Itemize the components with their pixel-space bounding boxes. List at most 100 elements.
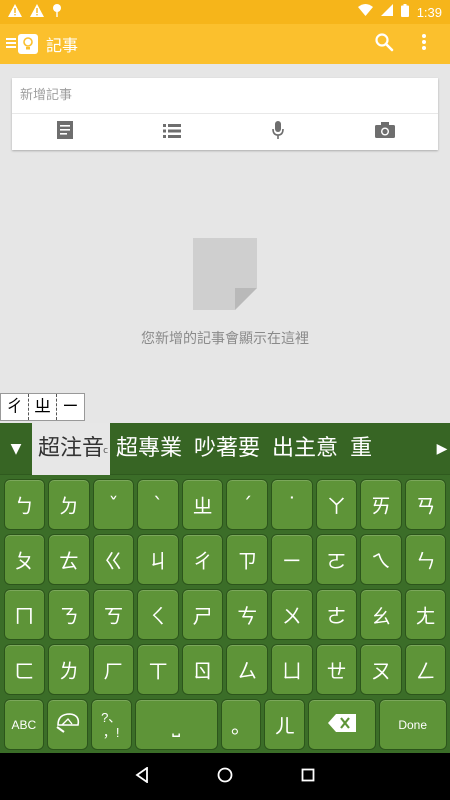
key[interactable]: ㄏ (92, 644, 135, 695)
key[interactable]: ˇ (92, 479, 135, 530)
key[interactable]: ㄖ (181, 644, 224, 695)
app-bar: 記事 (0, 24, 450, 64)
navigation-bar (0, 753, 450, 800)
signal-icon (380, 4, 393, 20)
key-row-5: ABC ?、 ，! ⎵ 。 ㄦ Done (2, 697, 448, 752)
key-row-2: ㄆ ㄊ ㄍ ㄐ ㄔ ㄗ ㄧ ㄛ ㄟ ㄣ (2, 532, 448, 587)
key[interactable]: ㄕ (181, 589, 224, 640)
key[interactable]: ㄙ (226, 644, 269, 695)
key[interactable]: ㄦ (264, 699, 306, 750)
key[interactable]: ㄅ (3, 479, 46, 530)
key-row-1: ㄅ ㄉ ˇ ˋ ㄓ ˊ ˙ ㄚ ㄞ ㄢ (2, 477, 448, 532)
empty-note-icon (193, 238, 257, 310)
key[interactable]: ㄧ (271, 534, 313, 585)
key[interactable]: ㄞ (360, 479, 402, 530)
key[interactable]: ㄉ (48, 479, 90, 530)
new-note-card (12, 78, 438, 150)
home-circle-icon (217, 767, 233, 787)
key-row-4: ㄈ ㄌ ㄏ ㄒ ㄖ ㄙ ㄩ ㄝ ㄡ ㄥ (2, 642, 448, 697)
key[interactable]: ㄓ (181, 479, 224, 530)
key[interactable]: ㄘ (226, 589, 269, 640)
back-button[interactable] (127, 762, 157, 792)
composition-char: ㄔ (1, 394, 29, 420)
key[interactable]: ㄛ (315, 534, 358, 585)
key[interactable]: ㄠ (360, 589, 402, 640)
search-button[interactable] (364, 24, 404, 64)
alert-icon (30, 3, 44, 21)
list-icon (162, 123, 181, 142)
key[interactable]: ㄥ (404, 644, 447, 695)
candidate-item[interactable]: 出主意 (266, 423, 344, 475)
key[interactable]: ㄢ (404, 479, 447, 530)
key[interactable]: ㄈ (3, 644, 46, 695)
key[interactable]: ㄜ (315, 589, 358, 640)
candidate-item[interactable]: 超專業 (110, 423, 188, 475)
key[interactable]: ㄚ (315, 479, 358, 530)
punctuation-top-label: ?、 (101, 709, 122, 725)
location-icon (52, 3, 62, 21)
composition-window: ㄔ ㄓ ㄧ (0, 393, 85, 421)
status-bar: 1:39 (0, 0, 450, 24)
composition-char: ㄧ (62, 397, 79, 417)
alert-icon (8, 3, 22, 21)
key[interactable]: ㄨ (271, 589, 313, 640)
key[interactable]: ㄑ (137, 589, 179, 640)
key[interactable]: ㄇ (3, 589, 46, 640)
key[interactable]: ˋ (137, 479, 179, 530)
key[interactable]: ˊ (226, 479, 269, 530)
key[interactable]: ㄆ (3, 534, 46, 585)
abc-key[interactable]: ABC (3, 699, 45, 750)
key[interactable]: ㄩ (271, 644, 313, 695)
key[interactable]: ㄒ (137, 644, 179, 695)
done-key[interactable]: Done (378, 699, 447, 750)
composition-char: ㄓ (29, 394, 57, 420)
new-note-input[interactable] (12, 78, 438, 114)
menu-icon[interactable] (6, 34, 16, 55)
key[interactable]: ㄊ (48, 534, 90, 585)
key[interactable]: ˙ (271, 479, 313, 530)
punctuation-key[interactable]: ?、 ，! (90, 699, 132, 750)
key[interactable]: ㄝ (315, 644, 358, 695)
empty-state-message: 您新增的記事會顯示在這裡 (141, 331, 309, 347)
candidate-item[interactable]: 吵著要 (188, 423, 266, 475)
battery-icon (400, 3, 409, 21)
key[interactable]: ㄋ (48, 589, 90, 640)
expand-candidates-button[interactable]: ▼ (0, 441, 32, 457)
voice-note-button[interactable] (225, 114, 332, 150)
microphone-icon (272, 121, 285, 143)
key[interactable]: ㄌ (48, 644, 90, 695)
new-text-note-button[interactable] (12, 114, 119, 150)
candidate-item[interactable]: 重 (344, 423, 378, 475)
triangle-right-icon: ▶ (436, 440, 448, 457)
key[interactable]: ㄣ (404, 534, 447, 585)
key[interactable]: 。 (220, 699, 262, 750)
key[interactable]: ㄐ (137, 534, 179, 585)
key[interactable]: ㄎ (92, 589, 135, 640)
note-tools (12, 114, 438, 150)
candidate-item[interactable]: 超注音 (32, 422, 111, 475)
recents-button[interactable] (293, 762, 323, 792)
key[interactable]: ㄟ (360, 534, 402, 585)
key[interactable]: ㄍ (92, 534, 135, 585)
backspace-icon (327, 713, 356, 737)
key[interactable]: ㄗ (226, 534, 269, 585)
photo-note-button[interactable] (332, 114, 439, 150)
triangle-down-icon: ▼ (10, 440, 22, 457)
space-key[interactable]: ⎵ (134, 699, 218, 750)
fan-handwriting-icon (54, 711, 82, 738)
key[interactable]: ㄔ (181, 534, 224, 585)
key[interactable]: ㄤ (404, 589, 447, 640)
key[interactable]: ㄡ (360, 644, 402, 695)
candidate-bar: ▼ 超注音 超專業 吵著要 出主意 重 ▶ (0, 422, 450, 475)
next-candidates-button[interactable]: ▶ (434, 441, 450, 457)
backspace-key[interactable] (308, 699, 376, 750)
new-list-button[interactable] (119, 114, 226, 150)
punctuation-bottom-label: ，! (102, 724, 120, 740)
camera-icon (374, 122, 395, 142)
back-triangle-icon (135, 765, 149, 787)
status-time: 1:39 (416, 4, 442, 20)
handwriting-key[interactable] (47, 699, 88, 750)
more-options-button[interactable] (404, 24, 444, 64)
empty-state: 您新增的記事會顯示在這裡 (0, 238, 450, 348)
home-button[interactable] (210, 762, 240, 792)
